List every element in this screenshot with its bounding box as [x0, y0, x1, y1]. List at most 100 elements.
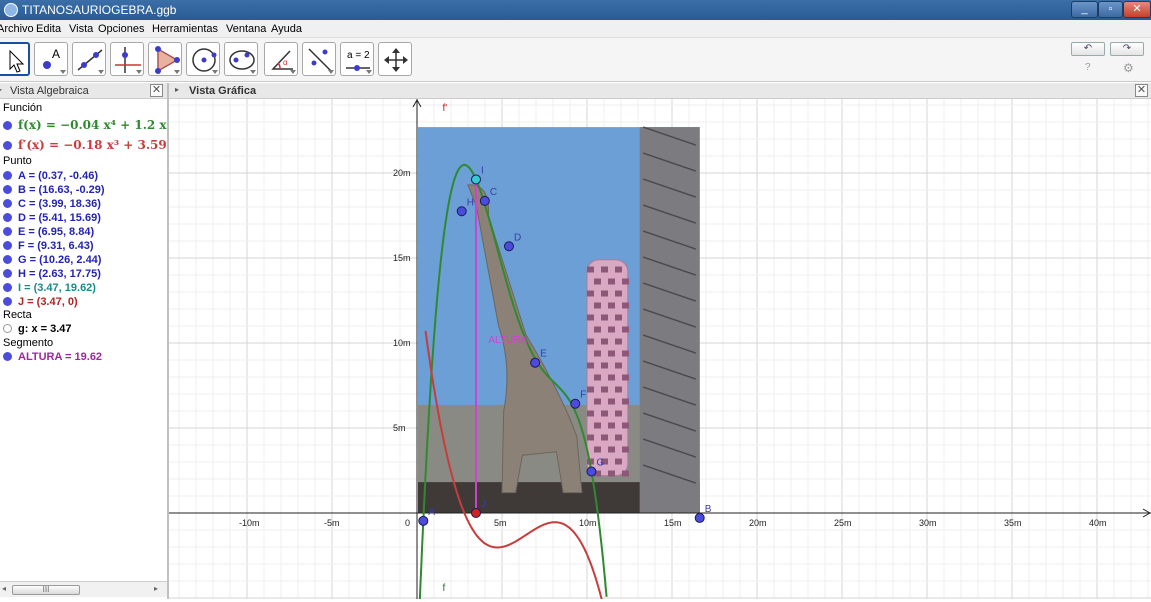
point-row[interactable]: G = (10.26, 2.44) — [3, 254, 101, 266]
background-photo-tower-tile — [622, 422, 629, 429]
scroll-left-icon[interactable]: ◂ — [2, 584, 6, 593]
background-photo-tower-tile — [601, 266, 608, 273]
help-icon[interactable]: ? — [1085, 62, 1091, 73]
point-row[interactable]: B = (16.63, -0.29) — [3, 184, 105, 196]
redo-button[interactable]: ↷ — [1110, 42, 1144, 56]
conic-tool-button[interactable] — [224, 42, 258, 76]
window-title: TITANOSAURIOGEBRA.ggb — [22, 3, 177, 17]
collapse-triangle-icon[interactable]: ▸ — [0, 85, 2, 94]
graph-point-label: J — [481, 499, 486, 510]
graph-point[interactable] — [456, 206, 467, 217]
graph-point[interactable] — [479, 195, 490, 206]
background-photo-tower-tile — [587, 386, 594, 393]
point-definition: H = (2.63, 17.75) — [18, 268, 101, 280]
reflect-tool-button[interactable] — [302, 42, 336, 76]
graph-point[interactable] — [470, 174, 481, 185]
point-definition: E = (6.95, 8.84) — [18, 226, 95, 238]
graph-point-label: F — [580, 390, 586, 401]
menu-vista[interactable]: Vista — [69, 23, 93, 35]
graph-point[interactable] — [470, 508, 481, 518]
undo-button[interactable]: ↶ — [1071, 42, 1105, 56]
slider-tool-button[interactable]: a = 2 — [340, 42, 374, 76]
polygon-tool-button[interactable] — [148, 42, 182, 76]
point-row[interactable]: D = (5.41, 15.69) — [3, 212, 101, 224]
graph-point[interactable] — [418, 515, 429, 526]
background-photo-tower-tile — [587, 338, 594, 345]
algebra-view-header: ▸ Vista Algebraica ✕ — [0, 83, 167, 99]
function-f-row[interactable]: f(x) = −0.04 x⁴ + 1.2 x³ — [3, 118, 167, 132]
maximize-button[interactable]: ▫ — [1098, 1, 1123, 18]
menu-ayuda[interactable]: Ayuda — [271, 23, 302, 35]
point-row[interactable]: H = (2.63, 17.75) — [3, 268, 101, 280]
point-visibility-dot[interactable] — [3, 255, 12, 264]
point-visibility-dot[interactable] — [3, 199, 12, 208]
point-visibility-dot[interactable] — [3, 185, 12, 194]
point-visibility-dot[interactable] — [3, 283, 12, 292]
point-visibility-dot[interactable] — [3, 171, 12, 180]
point-row[interactable]: A = (0.37, -0.46) — [3, 170, 98, 182]
circle-tool-button[interactable] — [186, 42, 220, 76]
line-g-row[interactable]: g: x = 3.47 — [3, 323, 72, 335]
background-photo-tower-tile — [594, 302, 601, 309]
graph-point-label: B — [705, 504, 712, 515]
angle-tool-button[interactable]: α — [264, 42, 298, 76]
graph-point[interactable] — [570, 398, 581, 409]
function-fprime-row[interactable]: f′(x) = −0.18 x³ + 3.59 x — [3, 138, 167, 152]
scroll-right-icon[interactable]: ▸ — [154, 584, 158, 593]
settings-gear-icon[interactable]: ⚙ — [1123, 61, 1134, 75]
algebra-view-title: Vista Algebraica — [10, 85, 89, 97]
menu-ventana[interactable]: Ventana — [226, 23, 266, 35]
menu-herramientas[interactable]: Herramientas — [152, 23, 218, 35]
point-visibility-dot[interactable] — [3, 213, 12, 222]
close-algebra-view-button[interactable]: ✕ — [150, 84, 163, 97]
graph-point[interactable] — [530, 357, 541, 368]
menu-bar: Archivo Edita Vista Opciones Herramienta… — [0, 20, 1151, 38]
algebra-horizontal-scrollbar[interactable]: ◂ III ▸ — [0, 581, 167, 597]
graph-point-label: D — [514, 232, 521, 243]
perpendicular-tool-button[interactable] — [110, 42, 144, 76]
line-tool-button[interactable] — [72, 42, 106, 76]
graph-point-label: A — [428, 507, 435, 518]
collapse-triangle-icon[interactable]: ▸ — [175, 85, 179, 94]
point-row[interactable]: C = (3.99, 18.36) — [3, 198, 101, 210]
graphics-view[interactable]: -10m -5m 0 5m 10m 15m 20m 25m 30m 35m 40m 5m 10m 15m 2… — [169, 99, 1151, 602]
y-tick-label: 20m — [393, 168, 411, 178]
background-photo-tower-tile — [594, 350, 601, 357]
algebra-view: Función f(x) = −0.04 x⁴ + 1.2 x³ f′(x) =… — [0, 99, 167, 577]
point-visibility-dot[interactable] — [3, 269, 12, 278]
background-photo-tower-tile — [594, 398, 601, 405]
background-photo-tower-tile — [608, 446, 615, 453]
graph-point-label: C — [490, 187, 497, 198]
close-window-button[interactable]: ✕ — [1123, 1, 1151, 18]
graph-point[interactable] — [503, 241, 514, 252]
point-tool-button[interactable]: A — [34, 42, 68, 76]
menu-opciones[interactable]: Opciones — [98, 23, 144, 35]
point-row[interactable]: E = (6.95, 8.84) — [3, 226, 94, 238]
menu-edita[interactable]: Edita — [36, 23, 61, 35]
x-tick-label: -10m — [239, 518, 260, 528]
graph-point[interactable] — [586, 466, 597, 477]
point-visibility-dot[interactable] — [3, 297, 12, 306]
category-recta: Recta — [3, 309, 32, 321]
x-tick-label: 25m — [834, 518, 852, 528]
background-photo-tower-tile — [594, 278, 601, 285]
point-visibility-dot[interactable] — [3, 227, 12, 236]
minimize-button[interactable]: _ — [1071, 1, 1098, 18]
point-visibility-dot[interactable] — [3, 241, 12, 250]
background-photo-tower-tile — [615, 314, 622, 321]
point-row[interactable]: F = (9.31, 6.43) — [3, 240, 94, 252]
menu-archivo[interactable]: Archivo — [0, 23, 34, 35]
background-photo-tower-tile — [608, 422, 615, 429]
close-graphics-view-button[interactable]: ✕ — [1135, 84, 1148, 97]
graph-point[interactable] — [694, 512, 705, 523]
point-row[interactable]: J = (3.47, 0) — [3, 296, 78, 308]
graphics-canvas[interactable]: -10m -5m 0 5m 10m 15m 20m 25m 30m 35m 40m 5m 10m 15m 2… — [169, 99, 1151, 602]
y-tick-label: 15m — [393, 253, 411, 263]
move-tool-button[interactable] — [0, 42, 30, 76]
point-row[interactable]: I = (3.47, 19.62) — [3, 282, 96, 294]
y-tick-label: 5m — [393, 423, 406, 433]
segment-altura-row[interactable]: ALTURA = 19.62 — [3, 351, 102, 363]
graph-point-label: E — [540, 349, 547, 360]
scrollbar-thumb[interactable]: III — [12, 585, 80, 595]
move-view-tool-button[interactable] — [378, 42, 412, 76]
